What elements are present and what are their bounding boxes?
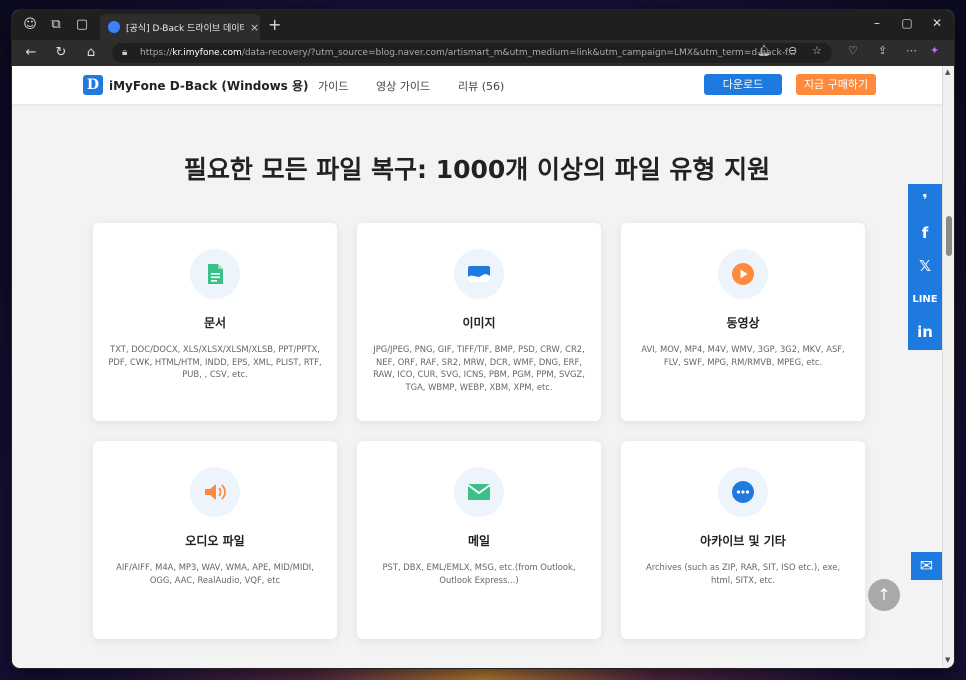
linkedin-icon[interactable]: in — [908, 316, 942, 349]
copilot-icon[interactable]: ✦ — [930, 44, 939, 57]
buy-now-button[interactable]: 지금 구매하기 — [796, 74, 876, 95]
card-title: 동영상 — [726, 316, 760, 330]
close-window-icon[interactable]: ✕ — [922, 16, 952, 30]
title-bar: ☺ ⧉ ▢ [공식] D-Back 드라이브 데이터 복구 × + – ▢ ✕ — [12, 10, 954, 40]
document-icon — [190, 249, 240, 299]
file-type-card-audio: 오디오 파일 AIF/AIFF, M4A, MP3, WAV, WMA, APE… — [93, 441, 337, 639]
file-type-card-video: 동영상 AVI, MOV, MP4, M4V, WMV, 3GP, 3G2, M… — [621, 223, 865, 421]
social-share-bar: ❜ f 𝕏 LINE in — [908, 184, 942, 350]
url-host: kr.imyfone.com — [172, 48, 242, 58]
nav-video-guide-link[interactable]: 영상 가이드 — [376, 78, 430, 94]
favicon-icon — [108, 21, 120, 33]
maximize-icon[interactable]: ▢ — [892, 16, 922, 30]
address-bar[interactable]: 🔒︎ https://kr.imyfone.com/data-recovery/… — [112, 43, 832, 63]
scroll-down-icon[interactable]: ▼ — [945, 656, 950, 664]
contact-mail-icon[interactable]: ✉ — [911, 552, 942, 580]
image-icon — [454, 249, 504, 299]
download-button[interactable]: 다운로드 — [704, 74, 782, 95]
speaker-icon — [190, 467, 240, 517]
browser-essentials-icon[interactable]: ♡ — [848, 44, 858, 57]
read-aloud-icon[interactable]: 🔔︎ — [757, 44, 771, 57]
card-description: AVI, MOV, MP4, M4V, WMV, 3GP, 3G2, MKV, … — [641, 344, 845, 367]
browser-tab[interactable]: [공식] D-Back 드라이브 데이터 복구 × — [100, 14, 260, 40]
favorite-star-icon[interactable]: ☆ — [812, 44, 822, 57]
more-menu-icon[interactable]: ⋯ — [906, 44, 917, 57]
url-path: /data-recovery/?utm_source=blog.naver.co… — [241, 48, 797, 58]
page-scrollbar[interactable]: ▲ ▼ — [942, 66, 954, 668]
card-description: PST, DBX, EML/EMLX, MSG, etc.(from Outlo… — [382, 562, 576, 585]
section-heading: 필요한 모든 파일 복구: 1000개 이상의 파일 유형 지원 — [183, 155, 771, 184]
home-icon[interactable]: ⌂ — [82, 44, 100, 62]
address-toolbar: ← ↻ ⌂ 🔒︎ https://kr.imyfone.com/data-rec… — [12, 40, 954, 66]
url-prefix: https:// — [140, 48, 173, 58]
dback-logo-icon[interactable]: D — [83, 75, 103, 95]
card-description: TXT, DOC/DOCX, XLS/XLSX/XLSM/XLSB, PPT/P… — [108, 344, 322, 380]
scroll-top-icon[interactable]: ↑ — [868, 579, 900, 611]
card-title: 문서 — [203, 316, 227, 330]
page-viewport: D iMyFone D-Back (Windows 용) 가이드 영상 가이드 … — [12, 66, 954, 668]
extension-icon[interactable]: ⊖ — [788, 44, 797, 57]
scroll-up-icon[interactable]: ▲ — [945, 68, 950, 76]
card-description: Archives (such as ZIP, RAR, SIT, ISO etc… — [645, 562, 841, 585]
file-type-card-mail: 메일 PST, DBX, EML/EMLX, MSG, etc.(from Ou… — [357, 441, 601, 639]
card-title: 이미지 — [462, 316, 496, 330]
scrollbar-thumb[interactable] — [946, 216, 952, 256]
back-icon[interactable]: ← — [22, 44, 40, 62]
card-title: 아카이브 및 기타 — [700, 534, 786, 548]
new-tab-button[interactable]: + — [268, 15, 281, 34]
card-description: AIF/AIFF, M4A, MP3, WAV, WMA, APE, MID/M… — [116, 562, 314, 585]
brand-name[interactable]: iMyFone D-Back (Windows 용) — [109, 77, 309, 94]
nav-guide-link[interactable]: 가이드 — [318, 78, 348, 94]
site-header: D iMyFone D-Back (Windows 용) 가이드 영상 가이드 … — [12, 66, 942, 104]
workspaces-icon[interactable]: ⧉ — [48, 17, 64, 33]
refresh-icon[interactable]: ↻ — [52, 44, 70, 62]
facebook-icon[interactable]: f — [908, 217, 942, 250]
tab-title: [공식] D-Back 드라이브 데이터 복구 — [126, 23, 244, 34]
share-icon[interactable]: ⇪ — [878, 44, 887, 57]
naver-blog-icon[interactable]: ❜ — [908, 184, 942, 217]
file-type-card-archive: 아카이브 및 기타 Archives (such as ZIP, RAR, SI… — [621, 441, 865, 639]
x-twitter-icon[interactable]: 𝕏 — [908, 250, 942, 283]
file-type-card-image: 이미지 JPG/JPEG, PNG, GIF, TIFF/TIF, BMP, P… — [357, 223, 601, 421]
lock-icon: 🔒︎ — [122, 47, 128, 58]
nav-review-link[interactable]: 리뷰 (56) — [458, 78, 504, 94]
tab-close-icon[interactable]: × — [250, 21, 259, 34]
card-title: 오디오 파일 — [185, 534, 245, 548]
minimize-icon[interactable]: – — [862, 16, 892, 30]
card-description: JPG/JPEG, PNG, GIF, TIFF/TIF, BMP, PSD, … — [373, 344, 585, 392]
more-dots-icon — [718, 467, 768, 517]
file-type-card-document: 문서 TXT, DOC/DOCX, XLS/XLSX/XLSM/XLSB, PP… — [93, 223, 337, 421]
profile-icon[interactable]: ☺ — [22, 17, 38, 33]
card-title: 메일 — [467, 534, 491, 548]
browser-window: ☺ ⧉ ▢ [공식] D-Back 드라이브 데이터 복구 × + – ▢ ✕ … — [12, 10, 954, 668]
video-play-icon — [718, 249, 768, 299]
line-icon[interactable]: LINE — [908, 283, 942, 316]
tab-actions-icon[interactable]: ▢ — [74, 17, 90, 33]
mail-icon — [454, 467, 504, 517]
